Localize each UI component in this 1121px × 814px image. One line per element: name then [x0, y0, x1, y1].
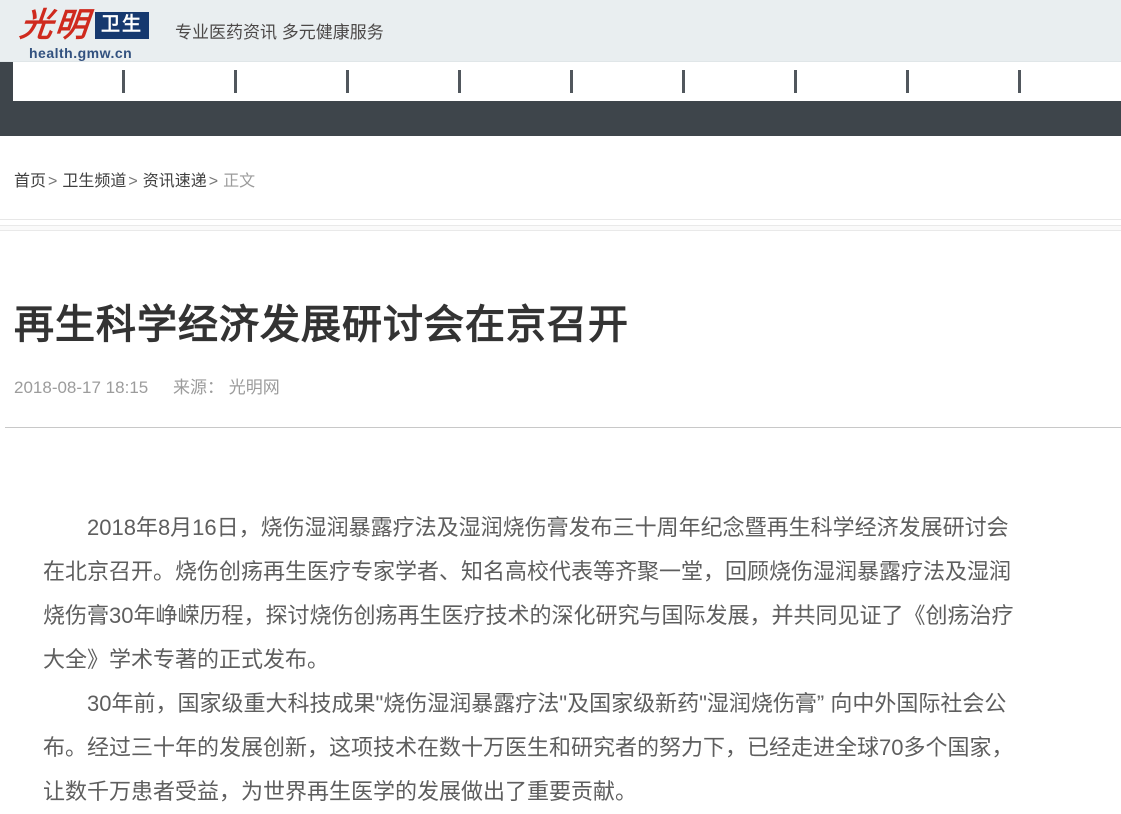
article-paragraph: 2018年8月16日，烧伤湿润暴露疗法及湿润烧伤膏发布三十周年纪念暨再生科学经济…	[43, 506, 1018, 682]
main-nav-bar	[0, 62, 1121, 136]
site-domain: health.gmw.cn	[29, 46, 149, 61]
logo-row: 光明 卫生	[20, 5, 149, 45]
breadcrumb-link[interactable]: 首页	[14, 173, 46, 190]
article-date: 2018-08-17 18:15	[14, 378, 148, 397]
site-header: 光明 卫生 health.gmw.cn 专业医药资讯 多元健康服务	[0, 0, 1121, 62]
breadcrumb-current: 正文	[223, 173, 255, 190]
breadcrumb-link[interactable]: 卫生频道	[62, 173, 126, 190]
nav-item[interactable]	[685, 62, 797, 101]
nav-item[interactable]	[13, 62, 125, 101]
breadcrumb-separator: >	[209, 173, 218, 190]
article-body: 2018年8月16日，烧伤湿润暴露疗法及湿润烧伤膏发布三十周年纪念暨再生科学经济…	[14, 428, 1018, 814]
article: 再生科学经济发展研讨会在京召开 2018-08-17 18:15 来源： 光明网…	[14, 299, 1107, 814]
nav-item[interactable]	[909, 62, 1021, 101]
nav-strip	[13, 62, 1121, 101]
nav-item[interactable]	[125, 62, 237, 101]
site-logo[interactable]: 光明 卫生 health.gmw.cn	[20, 5, 149, 61]
article-paragraph: 30年前，国家级重大科技成果"烧伤湿润暴露疗法"及国家级新药"湿润烧伤膏” 向中…	[43, 682, 1018, 814]
nav-item[interactable]	[349, 62, 461, 101]
source-label: 来源：	[173, 378, 224, 397]
breadcrumb: 首页>卫生频道>资讯速递>正文	[14, 167, 1121, 186]
article-title: 再生科学经济发展研讨会在京召开	[14, 299, 1107, 351]
section-divider-band	[0, 225, 1121, 231]
source-name: 光明网	[229, 378, 280, 397]
guangming-calligraphy-logo: 光明	[18, 6, 92, 44]
breadcrumb-separator: >	[48, 173, 57, 190]
article-meta: 2018-08-17 18:15 来源： 光明网	[14, 373, 1107, 393]
site-tagline: 专业医药资讯 多元健康服务	[175, 18, 384, 43]
breadcrumb-divider	[0, 219, 1121, 220]
nav-item[interactable]	[237, 62, 349, 101]
nav-item[interactable]	[461, 62, 573, 101]
breadcrumb-link[interactable]: 资讯速递	[143, 173, 207, 190]
nav-item[interactable]	[573, 62, 685, 101]
nav-item[interactable]	[1021, 62, 1121, 101]
health-badge: 卫生	[95, 12, 149, 39]
breadcrumb-separator: >	[128, 173, 137, 190]
nav-item[interactable]	[797, 62, 909, 101]
